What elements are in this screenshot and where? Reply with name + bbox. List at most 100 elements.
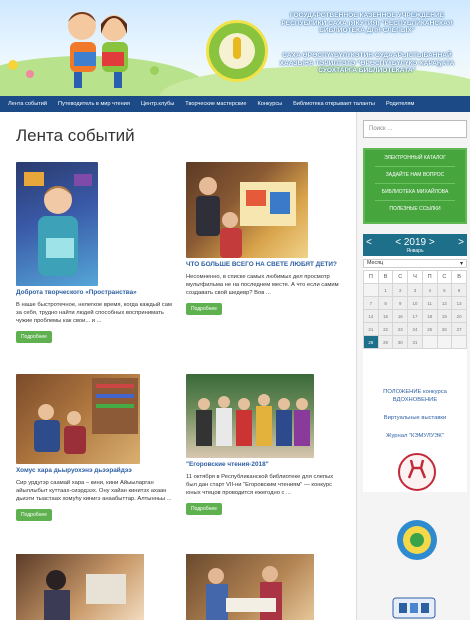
calendar-day[interactable]: 27 bbox=[451, 322, 467, 336]
calendar-next-button[interactable]: > bbox=[458, 237, 464, 248]
calendar-day[interactable]: 7 bbox=[363, 296, 379, 310]
calendar-day[interactable]: 4 bbox=[421, 283, 438, 297]
nav-item-clubs[interactable]: Центр.клубы bbox=[141, 101, 174, 107]
calendar-day[interactable]: 20 bbox=[451, 309, 467, 323]
children-animation-class-image bbox=[196, 177, 296, 258]
event-title[interactable]: ЧТО БОЛЬШЕ ВСЕГО НА СВЕТЕ ЛЮБЯТ ДЕТИ? bbox=[186, 261, 344, 269]
calendar-month-select[interactable]: Месяц ▾ bbox=[363, 259, 467, 268]
event-photo[interactable] bbox=[186, 162, 308, 258]
ebs-logo-icon[interactable] bbox=[391, 596, 437, 620]
nav-item-workshops[interactable]: Творческие мастерские bbox=[185, 101, 246, 107]
boy-with-certificate-image bbox=[24, 172, 92, 276]
calendar-day[interactable]: 19 bbox=[436, 309, 453, 323]
event-card: Хомус хара дьыруохэнэ дьээрайдээ Сир урд… bbox=[16, 374, 174, 521]
quick-links-box: ЭЛЕКТРОННЫЙ КАТАЛОГ ЗАДАЙТЕ НАМ ВОПРОС Б… bbox=[363, 148, 467, 224]
sidebar-links: ПОЛОЖЕНИЕ конкурса ВДОХНОВЕНИЕ Виртуальн… bbox=[363, 388, 467, 440]
search-input[interactable]: Поиск ... bbox=[363, 120, 467, 138]
weekday-label: С bbox=[392, 270, 409, 284]
nav-item-parents[interactable]: Родителям bbox=[386, 101, 414, 107]
calendar-day[interactable]: 22 bbox=[377, 322, 394, 336]
calendar-day[interactable]: 25 bbox=[421, 322, 438, 336]
calendar-day[interactable]: 26 bbox=[436, 322, 453, 336]
event-title[interactable]: Хомус хара дьыруохэнэ дьээрайдээ bbox=[16, 467, 174, 475]
event-photo[interactable] bbox=[186, 554, 314, 620]
sidebar: Поиск ... ЭЛЕКТРОННЫЙ КАТАЛОГ ЗАДАЙТЕ НА… bbox=[356, 112, 470, 620]
more-button[interactable]: Подробнее bbox=[186, 503, 222, 515]
weekday-label: В bbox=[451, 270, 467, 284]
event-photo[interactable] bbox=[16, 554, 144, 620]
workshop-table-image bbox=[206, 566, 282, 620]
event-card: "Егоровские чтения-2018" 11 октября в Ре… bbox=[186, 374, 344, 515]
calendar-day[interactable]: 9 bbox=[392, 296, 409, 310]
event-photo[interactable] bbox=[186, 374, 314, 458]
calendar-week: 21 22 23 24 25 26 27 bbox=[363, 322, 467, 336]
flower-decoration bbox=[150, 66, 159, 75]
page-title: Лента событий bbox=[16, 126, 135, 145]
link-journal[interactable]: Журнал "КЭМУЛУЭК" bbox=[363, 432, 467, 440]
calendar-day[interactable]: 11 bbox=[421, 296, 438, 310]
calendar-day[interactable]: 17 bbox=[407, 309, 423, 323]
page: ГОСУДАРСТВЕННОЕ КАЗЕННОЕ УЧРЕЖДЕНИЕ РЕСП… bbox=[0, 0, 470, 620]
chevron-down-icon: ▾ bbox=[459, 261, 463, 267]
link-useful-links[interactable]: ПОЛЕЗНЫЕ ССЫЛКИ bbox=[375, 201, 455, 217]
calendar-day[interactable]: 14 bbox=[363, 309, 379, 323]
calendar-day-today[interactable]: 28 bbox=[363, 335, 379, 349]
more-button[interactable]: Подробнее bbox=[16, 331, 52, 343]
calendar-day[interactable]: 18 bbox=[421, 309, 438, 323]
nav-item-reading-guide[interactable]: Путеводитель в мир чтения bbox=[58, 101, 130, 107]
calendar-day[interactable]: 23 bbox=[392, 322, 409, 336]
nav-item-contests[interactable]: Конкурсы bbox=[258, 101, 283, 107]
flower-decoration bbox=[8, 60, 18, 70]
calendar-day[interactable]: 3 bbox=[407, 283, 423, 297]
calendar-empty-cell bbox=[421, 335, 438, 349]
link-electronic-catalog[interactable]: ЭЛЕКТРОННЫЙ КАТАЛОГ bbox=[375, 150, 455, 167]
banner-title-ru: ГОСУДАРСТВЕННОЕ КАЗЕННОЕ УЧРЕЖДЕНИЕ РЕСП… bbox=[281, 12, 453, 35]
calendar-day[interactable]: 6 bbox=[451, 283, 467, 297]
reindeer-logo-icon[interactable] bbox=[397, 450, 437, 494]
event-card: Доброта творческого «Пространства» В наш… bbox=[16, 162, 174, 343]
group-photo-image bbox=[196, 394, 310, 446]
nav-item-events[interactable]: Лента событий bbox=[8, 101, 47, 107]
event-photo[interactable] bbox=[16, 162, 98, 286]
calendar-day[interactable]: 8 bbox=[377, 296, 394, 310]
calendar-day[interactable]: 31 bbox=[407, 335, 423, 349]
event-card: ЧТО БОЛЬШЕ ВСЕГО НА СВЕТЕ ЛЮБЯТ ДЕТИ? Не… bbox=[186, 162, 344, 315]
event-excerpt: Несомненно, в списке самых любимых дел п… bbox=[186, 274, 339, 296]
event-excerpt: В наше быстротечное, нелегкое время, ког… bbox=[16, 302, 172, 324]
calendar-day[interactable]: 1 bbox=[377, 283, 394, 297]
event-title[interactable]: "Егоровские чтения-2018" bbox=[186, 461, 344, 469]
flower-decoration bbox=[26, 70, 34, 78]
calendar-day[interactable]: 30 bbox=[392, 335, 409, 349]
event-photo[interactable] bbox=[16, 374, 140, 464]
calendar-day[interactable]: 2 bbox=[392, 283, 409, 297]
calendar-day[interactable]: 5 bbox=[436, 283, 453, 297]
weekday-label: П bbox=[363, 270, 379, 284]
nav-item-talents[interactable]: Библиотека открывает таланты bbox=[293, 101, 375, 107]
main-navigation: Лента событий Путеводитель в мир чтения … bbox=[0, 96, 470, 112]
event-excerpt: 11 октября в Республиканской библиотеке … bbox=[186, 474, 334, 496]
calendar-day[interactable]: 12 bbox=[436, 296, 453, 310]
link-mikhailov-library[interactable]: БИБЛИОТЕКА МИХАЙЛОВА bbox=[375, 184, 455, 201]
link-virtual-exhibitions[interactable]: Виртуальные выставки bbox=[363, 414, 467, 422]
more-button[interactable]: Подробнее bbox=[16, 509, 52, 521]
calendar-day[interactable]: 16 bbox=[392, 309, 409, 323]
calendar-day[interactable]: 10 bbox=[407, 296, 423, 310]
weekday-label: Ч bbox=[407, 270, 423, 284]
calendar-day[interactable]: 13 bbox=[451, 296, 467, 310]
calendar-week: 14 15 16 17 18 19 20 bbox=[363, 309, 467, 323]
event-title[interactable]: Доброта творческого «Пространства» bbox=[16, 289, 174, 297]
header-banner: ГОСУДАРСТВЕННОЕ КАЗЕННОЕ УЧРЕЖДЕНИЕ РЕСП… bbox=[0, 0, 470, 96]
calendar-day[interactable]: 21 bbox=[363, 322, 379, 336]
library-emblem[interactable] bbox=[206, 20, 268, 82]
main-content: Лента событий Доброта творческого «Прост… bbox=[6, 112, 352, 620]
more-button[interactable]: Подробнее bbox=[186, 303, 222, 315]
calendar-year[interactable]: < 2019 > bbox=[363, 237, 467, 248]
calendar-day[interactable]: 29 bbox=[377, 335, 394, 349]
emblem-logo-icon[interactable] bbox=[395, 518, 439, 562]
event-excerpt: Сир урдугэр саамай хара – кини, кини Айы… bbox=[16, 480, 172, 502]
calendar-day[interactable]: 24 bbox=[407, 322, 423, 336]
calendar-empty-cell bbox=[436, 335, 453, 349]
calendar-day[interactable]: 15 bbox=[377, 309, 394, 323]
link-ask-question[interactable]: ЗАДАЙТЕ НАМ ВОПРОС bbox=[375, 167, 455, 184]
link-contest-rules[interactable]: ПОЛОЖЕНИЕ конкурса ВДОХНОВЕНИЕ bbox=[363, 388, 467, 404]
